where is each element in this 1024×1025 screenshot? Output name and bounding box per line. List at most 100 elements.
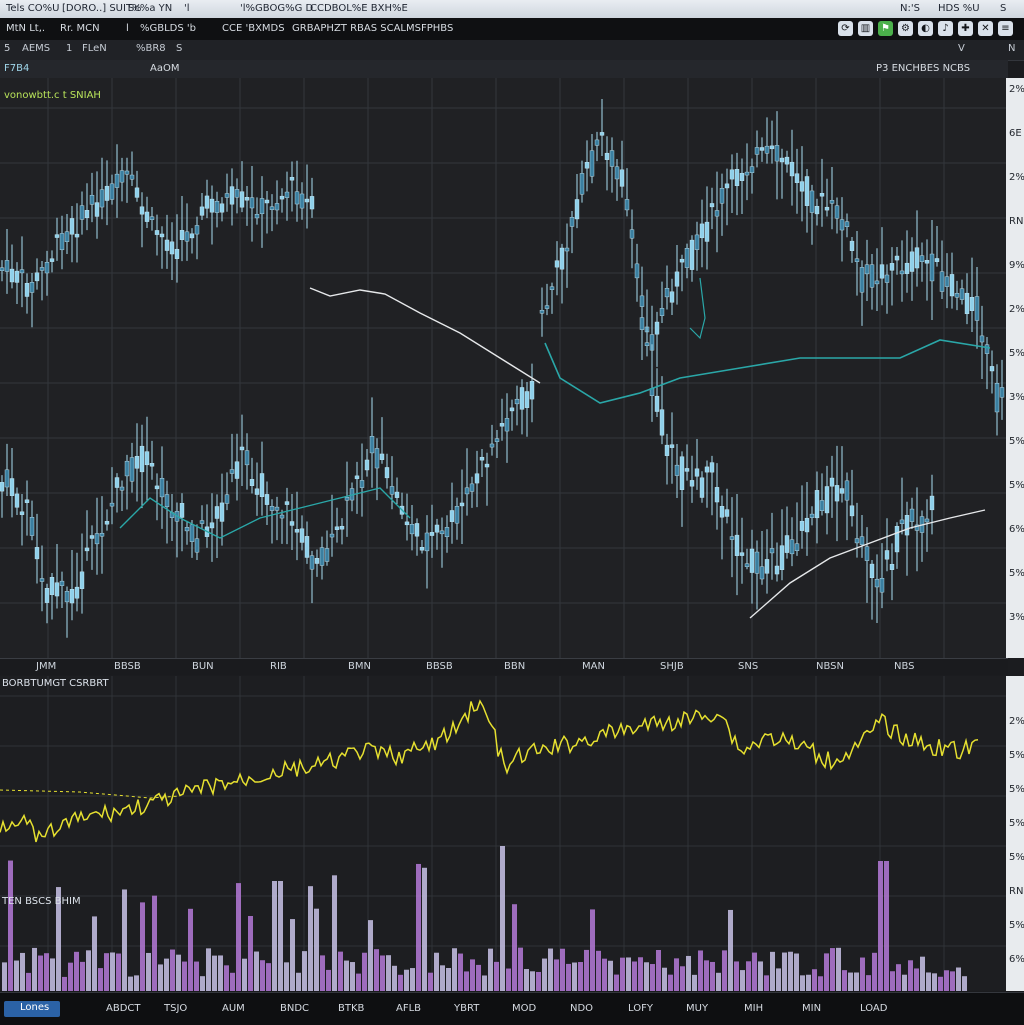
price-axis[interactable]: 2% 6E 2% RN 9% 2% 5% 3% 5% 5% 6% 5% 3% — [1006, 78, 1024, 658]
volume-bar — [806, 974, 811, 991]
volume-bar — [320, 955, 325, 991]
candle-body — [44, 588, 50, 603]
volume-bar — [164, 958, 169, 991]
title-part: 'l%GBOG%G D — [240, 3, 314, 14]
settings-icon[interactable]: ⚙ — [898, 21, 913, 36]
indicator-axis-label: 5% — [1009, 818, 1024, 829]
bottom-time-label[interactable]: ABDCT — [106, 1003, 141, 1014]
indicator-pane[interactable]: BORBTUMGT CSRBRT TEN BSCS BHIM — [0, 676, 1006, 991]
menu-icon[interactable]: ≡ — [998, 21, 1013, 36]
toolbar-item[interactable]: %GBLDS 'b — [140, 23, 196, 34]
close-icon[interactable]: ✕ — [978, 21, 993, 36]
toolbar-item[interactable]: l — [126, 23, 129, 34]
chart-tab[interactable]: S — [176, 43, 182, 54]
bottom-time-label[interactable]: BTKB — [338, 1003, 364, 1014]
chart-tab[interactable]: FLeN — [82, 43, 107, 54]
toolbar-item[interactable]: GRBAPHZT RBAS SCALMSFPHBS — [292, 23, 453, 34]
chart-tab[interactable]: 1 — [66, 43, 72, 54]
bottom-tab[interactable]: Lones — [4, 1001, 60, 1017]
bottom-time-label[interactable]: BNDC — [280, 1003, 309, 1014]
indicator-legend: BORBTUMGT CSRBRT — [2, 678, 109, 689]
candle-body — [64, 591, 70, 603]
volume-bar — [530, 971, 535, 991]
candle-body — [729, 536, 735, 540]
candle-body — [424, 532, 430, 552]
toolbar-item[interactable]: CCE 'BXMDS — [222, 23, 285, 34]
candle-body — [839, 219, 845, 231]
candle-body — [244, 450, 250, 466]
candle-body — [869, 563, 875, 579]
volume-bar — [284, 962, 289, 991]
bottom-time-label[interactable]: AUM — [222, 1003, 245, 1014]
volume-bar — [596, 950, 601, 991]
candle-body — [49, 577, 55, 595]
volume-bar — [926, 972, 931, 991]
candle-body — [284, 191, 290, 198]
volume-bar — [512, 904, 517, 991]
title-part: Tels CO%U — [6, 3, 60, 14]
price-axis-label: 5% — [1009, 568, 1024, 579]
indicator-chart[interactable] — [0, 676, 1006, 991]
bottom-time-label[interactable]: AFLB — [396, 1003, 421, 1014]
candle-body — [789, 161, 795, 177]
candle-body — [154, 230, 160, 235]
bottom-time-label[interactable]: YBRT — [454, 1003, 479, 1014]
bottom-time-label[interactable]: LOFY — [628, 1003, 653, 1014]
price-chart[interactable] — [0, 78, 1006, 658]
chart-tab[interactable]: 5 — [4, 43, 10, 54]
volume-bar — [440, 965, 445, 991]
candle-body — [84, 210, 90, 219]
bottom-tab-label: Lones — [20, 1002, 50, 1013]
cross-icon[interactable]: ✚ — [958, 21, 973, 36]
bottom-time-label[interactable]: MUY — [686, 1003, 708, 1014]
candle-body — [289, 521, 295, 526]
candle-body — [819, 193, 825, 197]
candle-body — [574, 199, 580, 220]
candle-body — [89, 194, 95, 205]
bottom-time-label[interactable]: MOD — [512, 1003, 536, 1014]
volume-bar — [410, 968, 415, 991]
candle-body — [724, 183, 730, 189]
candle-body — [764, 559, 770, 574]
bell-icon[interactable]: ♪ — [938, 21, 953, 36]
volume-legend: TEN BSCS BHIM — [2, 896, 81, 907]
time-axis-label: BUN — [192, 661, 214, 672]
chart-tab[interactable]: %BR8 — [136, 43, 166, 54]
price-chart-pane[interactable]: vonowbtt.c t SNIAH — [0, 78, 1006, 658]
toolbar-right-label[interactable]: V — [958, 43, 965, 54]
candle-body — [544, 305, 550, 309]
bottom-time-label[interactable]: LOAD — [860, 1003, 887, 1014]
volume-bar — [92, 916, 97, 991]
volume-bar — [494, 961, 499, 991]
candle-body — [34, 272, 40, 282]
candle-body — [749, 548, 755, 573]
refresh-icon[interactable]: ⟳ — [838, 21, 853, 36]
symbol-label: AaOM — [150, 63, 180, 74]
timeframe-label[interactable]: F7B4 — [4, 63, 29, 74]
bottom-time-label[interactable]: NDO — [570, 1003, 593, 1014]
volume-bar — [878, 861, 883, 991]
toolbar-right-label[interactable]: N — [1008, 43, 1015, 54]
volume-bar — [254, 951, 259, 991]
chart-icon[interactable]: ▥ — [858, 21, 873, 36]
candle-body — [744, 171, 750, 176]
chart-tab[interactable]: AEMS — [22, 43, 50, 54]
bottom-time-label[interactable]: TSJO — [164, 1003, 187, 1014]
bottom-time-label[interactable]: MIH — [744, 1003, 763, 1014]
bottom-time-label[interactable]: MIN — [802, 1003, 821, 1014]
candle-body — [304, 536, 310, 558]
candle-body — [279, 195, 285, 200]
volume-bar — [584, 949, 589, 991]
toolbar-item[interactable]: MtN Lt,. — [6, 23, 45, 34]
indicator-axis[interactable]: 2% 5% 5% 5% 5% RN 5% 6% — [1006, 676, 1024, 991]
volume-bar — [470, 959, 475, 991]
candle-body — [809, 190, 815, 213]
volume-bar — [890, 971, 895, 991]
title-right: N:'S — [900, 3, 920, 14]
flag-icon[interactable]: ⚑ — [878, 21, 893, 36]
volume-bar — [266, 963, 271, 991]
candle-body — [739, 172, 745, 181]
volume-bar — [674, 958, 679, 991]
color-icon[interactable]: ◐ — [918, 21, 933, 36]
toolbar-item[interactable]: Rr. MCN — [60, 23, 100, 34]
